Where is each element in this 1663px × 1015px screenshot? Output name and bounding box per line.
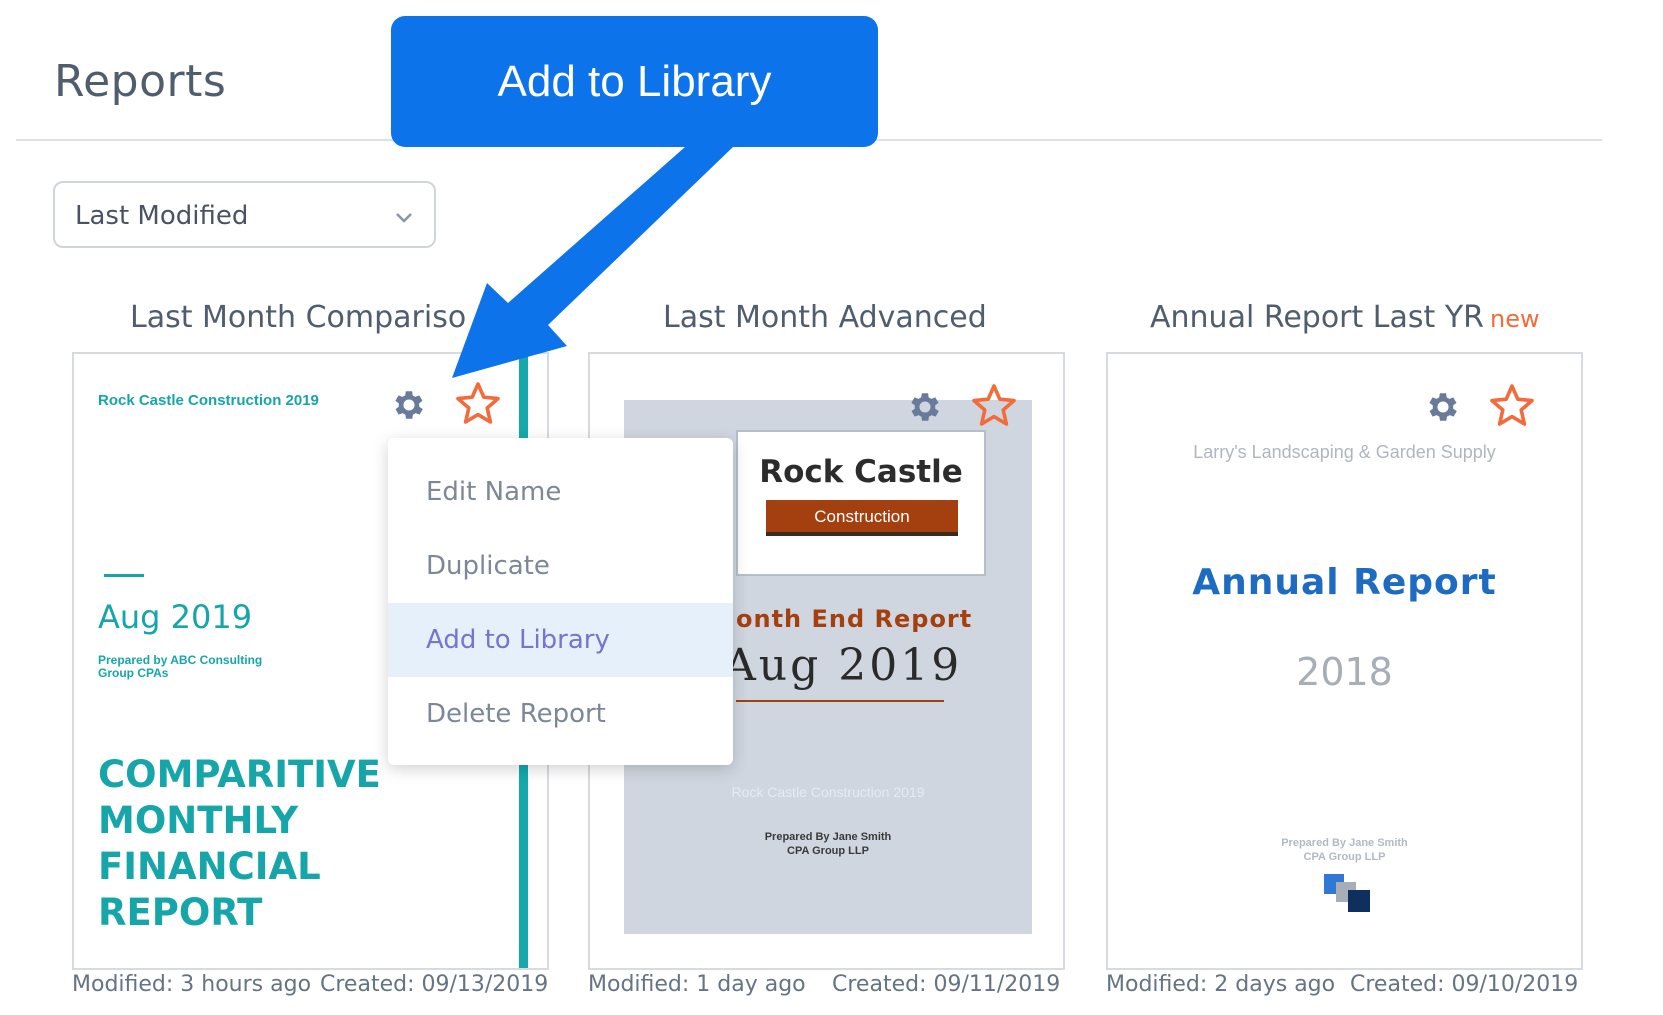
sort-dropdown-value: Last Modified — [75, 201, 249, 231]
card-created: Created: 09/10/2019 — [1350, 972, 1579, 997]
cover-year: 2018 — [1296, 650, 1393, 694]
card-modified: Modified: 2 days ago — [1106, 972, 1336, 997]
cover-heading: COMPARITIVE MONTHLY FINANCIAL REPORT — [98, 753, 381, 934]
callout-label: Add to Library — [391, 16, 878, 147]
cover-underline — [736, 700, 944, 702]
menu-item-edit-name[interactable]: Edit Name — [388, 455, 733, 529]
cover-logo: Rock Castle Construction — [736, 430, 986, 576]
card-modified: Modified: 3 hours ago — [72, 972, 312, 997]
cover-logo-subtitle: Construction — [766, 500, 958, 536]
cover-logo-title: Rock Castle — [759, 454, 963, 490]
card-title-text: Annual Report Last YR — [1150, 300, 1484, 335]
squares-logo-icon — [1324, 874, 1370, 912]
cover-period: Aug 2019 — [98, 598, 253, 636]
cover-prepared-by-line: CPA Group LLP — [1303, 851, 1386, 863]
cover-company: Rock Castle Construction 2019 — [98, 392, 319, 409]
card-title-annual-report: Annual Report Last YR new — [1150, 300, 1540, 335]
chevron-down-icon — [396, 213, 412, 223]
card-options-menu: Edit Name Duplicate Add to Library Delet… — [388, 438, 733, 765]
star-icon[interactable] — [1488, 382, 1536, 430]
sort-dropdown[interactable]: Last Modified — [53, 181, 436, 248]
star-icon[interactable] — [454, 380, 502, 428]
cover-report-type: onth End Report — [736, 605, 973, 633]
gear-icon[interactable] — [390, 386, 428, 424]
cover-company: Rock Castle Construction 2019 — [731, 784, 925, 800]
cover-period: Aug 2019 — [724, 640, 963, 691]
card-created: Created: 09/13/2019 — [320, 972, 549, 997]
card-title-last-month-advanced: Last Month Advanced — [663, 300, 987, 335]
report-card-annual-report[interactable]: Larry's Landscaping & Garden Supply Annu… — [1106, 352, 1583, 970]
menu-item-duplicate[interactable]: Duplicate — [388, 529, 733, 603]
gear-icon[interactable] — [906, 388, 944, 426]
cover-prepared-by: Prepared by ABC Consulting Group CPAs — [98, 653, 263, 680]
cover-company: Larry's Landscaping & Garden Supply — [1193, 442, 1496, 462]
cover-prepared-by: Prepared By Jane Smith CPA Group LLP — [624, 830, 1032, 858]
cover-prepared-by-line: Prepared By Jane Smith — [1281, 837, 1408, 849]
page-title: Reports — [54, 56, 227, 107]
menu-item-delete-report[interactable]: Delete Report — [388, 677, 733, 751]
cover-prepared-by: Prepared By Jane Smith CPA Group LLP — [1108, 836, 1581, 864]
cover-prepared-by-line: CPA Group LLP — [787, 845, 869, 857]
new-badge: new — [1490, 305, 1540, 333]
cover-dash — [104, 574, 144, 577]
menu-item-add-to-library[interactable]: Add to Library — [388, 603, 733, 677]
cover-prepared-by-line: Prepared By Jane Smith — [764, 831, 892, 843]
card-created: Created: 09/11/2019 — [832, 972, 1061, 997]
card-title-last-month-comparison: Last Month Compariso — [130, 300, 467, 335]
cover-report-type: Annual Report — [1192, 562, 1497, 603]
gear-icon[interactable] — [1424, 388, 1462, 426]
star-icon[interactable] — [970, 382, 1018, 430]
card-modified: Modified: 1 day ago — [588, 972, 806, 997]
